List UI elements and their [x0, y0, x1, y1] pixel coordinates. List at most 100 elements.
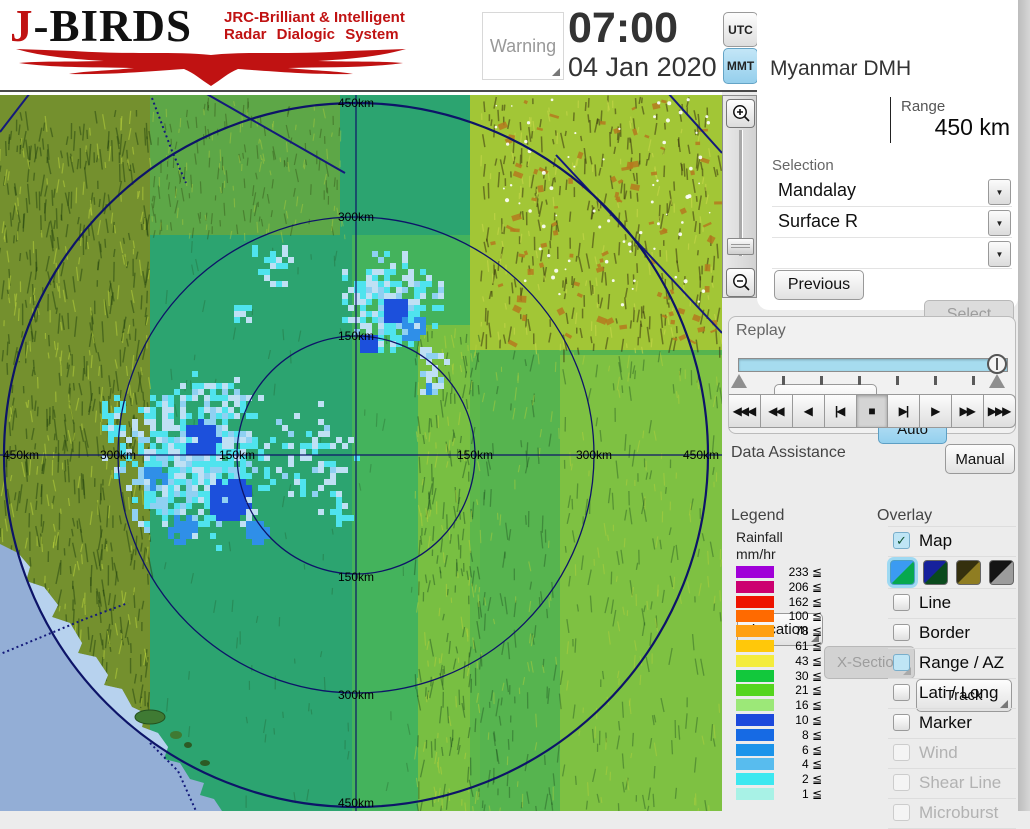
step-forward[interactable]: ▶|: [888, 394, 920, 428]
eagle-logo-icon: [14, 49, 409, 87]
legend-scale: 233 ≦ 206 ≦ 162 ≦ 100 ≦ 78 ≦ 61 ≦ 43 ≦ 3…: [736, 565, 866, 802]
warning-button[interactable]: Warning: [482, 12, 564, 80]
replay-slider-handle[interactable]: [987, 354, 1007, 374]
map-style-1[interactable]: [890, 560, 915, 585]
zoom-out-button[interactable]: [726, 268, 755, 297]
legend-value: 30 ≦: [776, 669, 822, 683]
play[interactable]: ▶: [920, 394, 952, 428]
clock-date: 04 Jan 2020: [568, 52, 728, 83]
manual-button[interactable]: Manual: [945, 444, 1015, 474]
app-title-j: J: [10, 1, 34, 51]
chevron-down-icon[interactable]: ▼: [988, 241, 1011, 267]
overlay-label: Overlay: [877, 507, 932, 525]
app-title: J-BIRDS: [10, 4, 192, 49]
legend-row: 21 ≦: [736, 683, 866, 698]
legend-row: 6 ≦: [736, 743, 866, 758]
ring-label: 450km: [338, 96, 374, 110]
selection-dropdown[interactable]: ▼: [772, 238, 1012, 269]
ring-label: 150km: [338, 570, 374, 584]
checkbox[interactable]: [893, 684, 910, 701]
checkbox[interactable]: [893, 624, 910, 641]
zoom-in-icon: [731, 104, 751, 124]
zoom-in-button[interactable]: [726, 99, 755, 128]
dropdown-value: Mandalay: [778, 180, 856, 201]
slider-tick: [820, 376, 823, 385]
selection-dropdown[interactable]: Mandalay ▼: [772, 176, 1012, 207]
replay-range-start-marker[interactable]: [731, 374, 747, 388]
previous-button[interactable]: Previous: [774, 270, 864, 300]
warning-label: Warning: [490, 36, 556, 57]
checkbox[interactable]: [893, 714, 910, 731]
radar-map[interactable]: 450km300km150km150km300km450km450km300km…: [0, 95, 722, 811]
overlay-item[interactable]: Lati / Long: [888, 679, 1016, 709]
map-zoom-strip: [722, 95, 757, 298]
overlay-item-label: Map: [919, 531, 952, 551]
checkbox[interactable]: [893, 774, 910, 791]
zoom-slider-handle[interactable]: [727, 238, 754, 255]
map-style-2[interactable]: [923, 560, 948, 585]
overlay-item[interactable]: Microburst: [888, 799, 1016, 829]
legend-color-swatch: [736, 714, 774, 726]
app-title-rest: -BIRDS: [34, 1, 193, 51]
overlay-item-label: Marker: [919, 713, 972, 733]
checkbox[interactable]: [893, 744, 910, 761]
legend-color-swatch: [736, 758, 774, 770]
play-reverse[interactable]: ◀: [793, 394, 825, 428]
app-subtitle: JRC-Brilliant & Intelligent Radar Dialog…: [224, 9, 405, 44]
slider-tick: [972, 376, 975, 385]
clock-time: 07:00: [568, 4, 718, 53]
legend-value: 43 ≦: [776, 654, 822, 668]
overlay-item[interactable]: Border: [888, 619, 1016, 649]
checkbox[interactable]: [893, 654, 910, 671]
slider-tick: [934, 376, 937, 385]
legend-row: 206 ≦: [736, 580, 866, 595]
legend-row: 78 ≦: [736, 624, 866, 639]
forward-fast[interactable]: ▶▶▶: [984, 394, 1016, 428]
dropdown-value: Surface R: [778, 211, 858, 232]
checkbox-map[interactable]: ✓: [893, 532, 910, 549]
replay-range-end-marker[interactable]: [989, 374, 1005, 388]
legend-title-units: mm/hr: [736, 546, 776, 562]
ring-label: 450km: [3, 448, 39, 462]
overlay-item-label: Lati / Long: [919, 683, 998, 703]
rewind-fast[interactable]: ◀◀◀: [729, 394, 761, 428]
mmt-button[interactable]: MMT: [723, 48, 758, 84]
map-style-4[interactable]: [989, 560, 1014, 585]
legend-value: 10 ≦: [776, 713, 822, 727]
rewind[interactable]: ◀◀: [761, 394, 793, 428]
ring-label: 300km: [338, 688, 374, 702]
overlay-item[interactable]: Wind: [888, 739, 1016, 769]
step-back[interactable]: |◀: [825, 394, 857, 428]
legend-value: 100 ≦: [776, 609, 822, 623]
overlay-item[interactable]: Marker: [888, 709, 1016, 739]
chevron-down-icon[interactable]: ▼: [988, 179, 1011, 205]
selection-label: Selection: [772, 157, 834, 174]
checkbox[interactable]: [893, 594, 910, 611]
chevron-down-icon[interactable]: ▼: [988, 210, 1011, 236]
overlay-item-label: Range / AZ: [919, 653, 1004, 673]
legend-label: Legend: [731, 507, 784, 525]
replay-slider-track[interactable]: [738, 358, 1008, 372]
overlay-item[interactable]: Shear Line: [888, 769, 1016, 799]
stop[interactable]: ■: [857, 394, 889, 428]
zoom-out-icon: [731, 273, 751, 293]
legend-row: 10 ≦: [736, 713, 866, 728]
legend-row: 8 ≦: [736, 728, 866, 743]
legend-value: 8 ≦: [776, 728, 822, 742]
overlay-item-map[interactable]: ✓ Map: [888, 527, 1016, 557]
checkbox[interactable]: [893, 804, 910, 821]
ring-label: 150km: [338, 329, 374, 343]
overlay-item[interactable]: Line: [888, 589, 1016, 619]
radar-map-canvas[interactable]: 450km300km150km150km300km450km450km300km…: [0, 95, 722, 811]
forward[interactable]: ▶▶: [952, 394, 984, 428]
ring-label: 300km: [338, 210, 374, 224]
overlay-item[interactable]: Range / AZ: [888, 649, 1016, 679]
slider-tick: [782, 376, 785, 385]
ring-label: 150km: [457, 448, 493, 462]
utc-button[interactable]: UTC: [723, 12, 758, 47]
legend-value: 16 ≦: [776, 698, 822, 712]
legend-color-swatch: [736, 596, 774, 608]
legend-row: 162 ≦: [736, 595, 866, 610]
map-style-3[interactable]: [956, 560, 981, 585]
selection-dropdown[interactable]: Surface R ▼: [772, 207, 1012, 238]
